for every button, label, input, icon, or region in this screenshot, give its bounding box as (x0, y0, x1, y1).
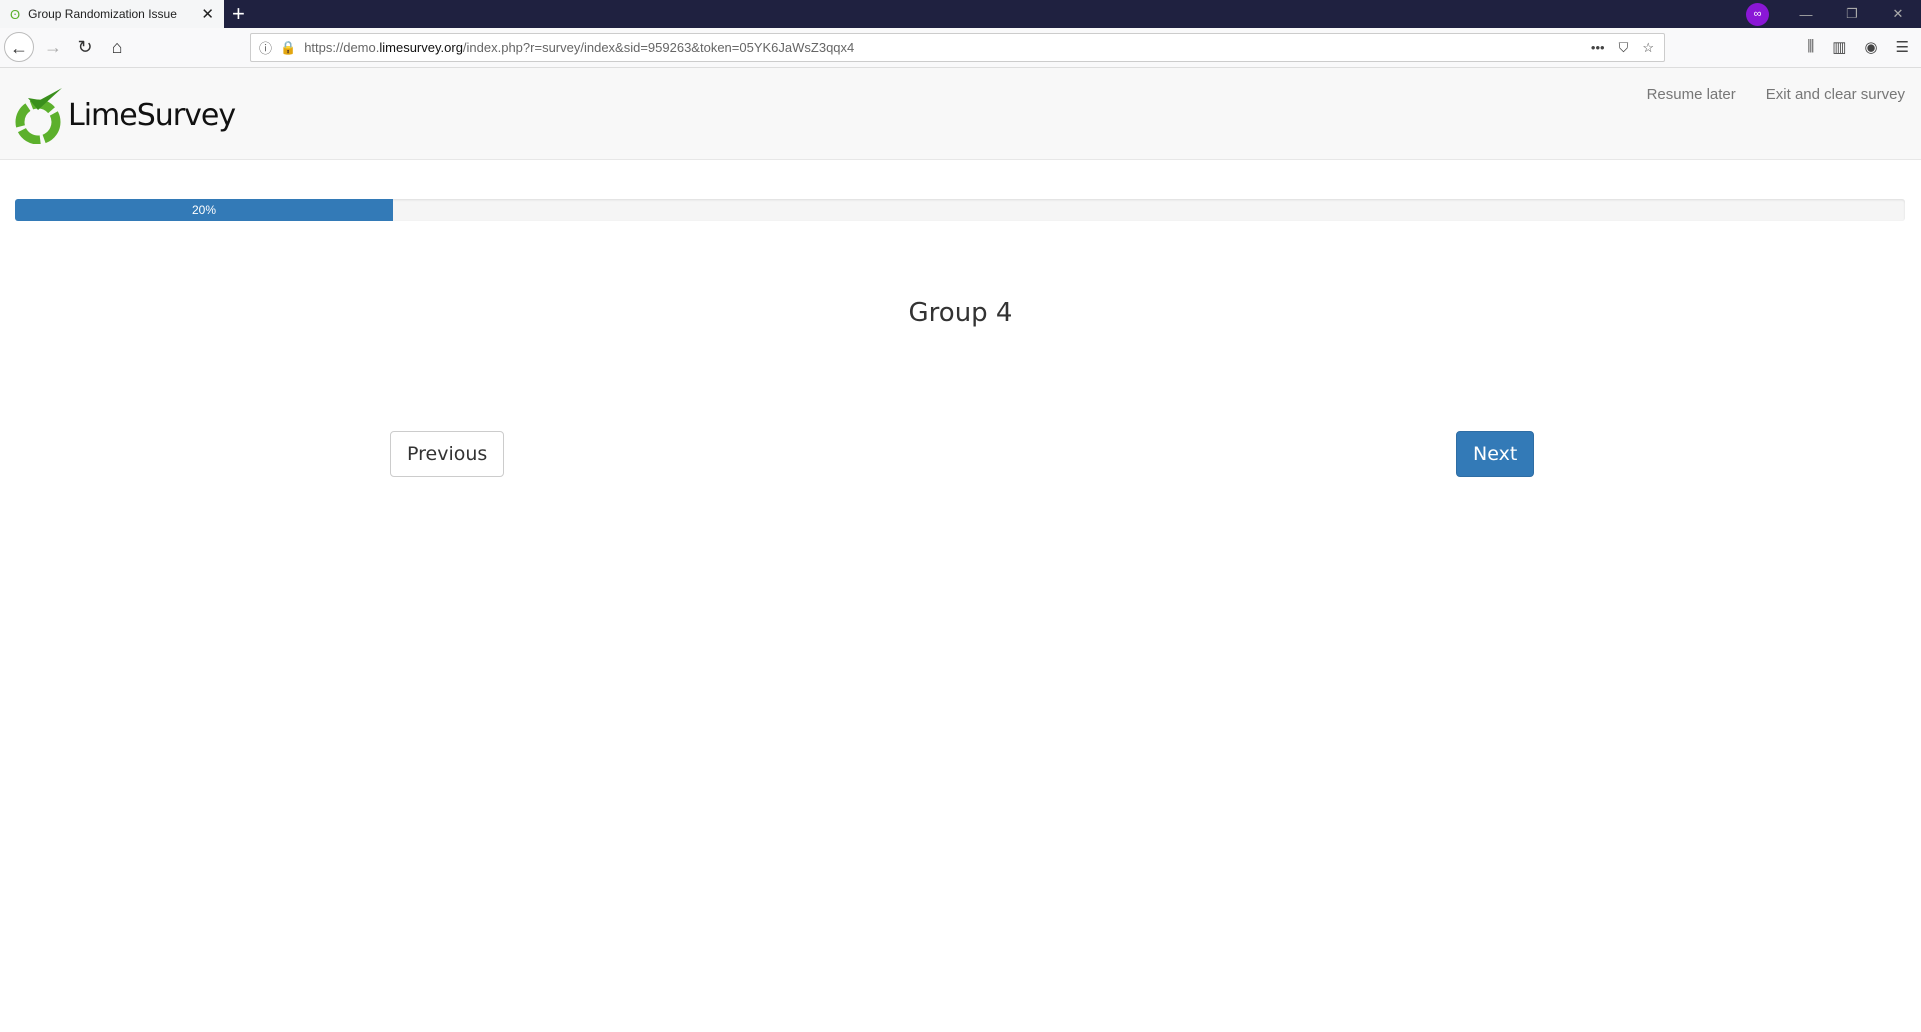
progress-bar: 20% (15, 199, 1905, 221)
library-icon[interactable]: ⫼ (1807, 38, 1814, 56)
home-icon[interactable]: ⌂ (102, 32, 132, 62)
resume-later-link[interactable]: Resume later (1647, 86, 1736, 103)
tab-bar: ʘ Group Randomization Issue ✕ + ∞ — ❐ ✕ (0, 0, 1921, 28)
lime-logo-icon (15, 88, 62, 144)
sidebar-icon[interactable]: ▥ (1832, 38, 1846, 56)
forward-icon[interactable]: → (38, 32, 68, 62)
new-tab-icon[interactable]: + (232, 1, 245, 27)
account-icon[interactable]: ◉ (1864, 38, 1877, 56)
restore-icon[interactable]: ❐ (1829, 6, 1875, 22)
url-path: /index.php?r=survey/index&sid=959263&tok… (462, 40, 855, 55)
exit-clear-survey-link[interactable]: Exit and clear survey (1766, 86, 1905, 103)
url-prefix: https://demo. (304, 40, 380, 55)
limesurvey-logo[interactable]: LimeSurvey (14, 86, 236, 144)
previous-button[interactable]: Previous (390, 431, 505, 477)
reload-icon[interactable]: ↻ (70, 32, 100, 62)
group-title: Group 4 (908, 298, 1013, 328)
private-browsing-icon: ∞ (1746, 3, 1769, 26)
nav-toolbar: ← → ↻ ⌂ ⓘ 🔒 https://demo. limesurvey.org /… (0, 28, 1921, 68)
close-tab-icon[interactable]: ✕ (201, 5, 214, 23)
bookmark-star-icon[interactable]: ☆ (1642, 40, 1654, 56)
more-actions-icon[interactable]: ••• (1591, 40, 1605, 56)
pocket-icon[interactable]: ⛉ (1619, 40, 1629, 56)
next-button[interactable]: Next (1456, 431, 1535, 477)
limesurvey-favicon-icon: ʘ (10, 6, 21, 22)
progress-fill: 20% (15, 199, 393, 221)
browser-tab[interactable]: ʘ Group Randomization Issue ✕ (0, 0, 224, 28)
lock-icon: 🔒 (280, 39, 297, 55)
url-domain: limesurvey.org (379, 40, 463, 55)
window-close-icon[interactable]: ✕ (1875, 6, 1921, 22)
back-icon[interactable]: ← (4, 32, 34, 62)
menu-icon[interactable]: ☰ (1896, 38, 1909, 56)
url-bar[interactable]: ⓘ 🔒 https://demo. limesurvey.org/index.ph… (250, 33, 1665, 62)
survey-header: LimeSurvey Resume later Exit and clear s… (0, 68, 1921, 160)
logo-text: LimeSurvey (68, 97, 236, 133)
info-icon[interactable]: ⓘ (259, 38, 272, 57)
minimize-icon[interactable]: — (1783, 7, 1829, 22)
tab-title: Group Randomization Issue (28, 7, 177, 21)
